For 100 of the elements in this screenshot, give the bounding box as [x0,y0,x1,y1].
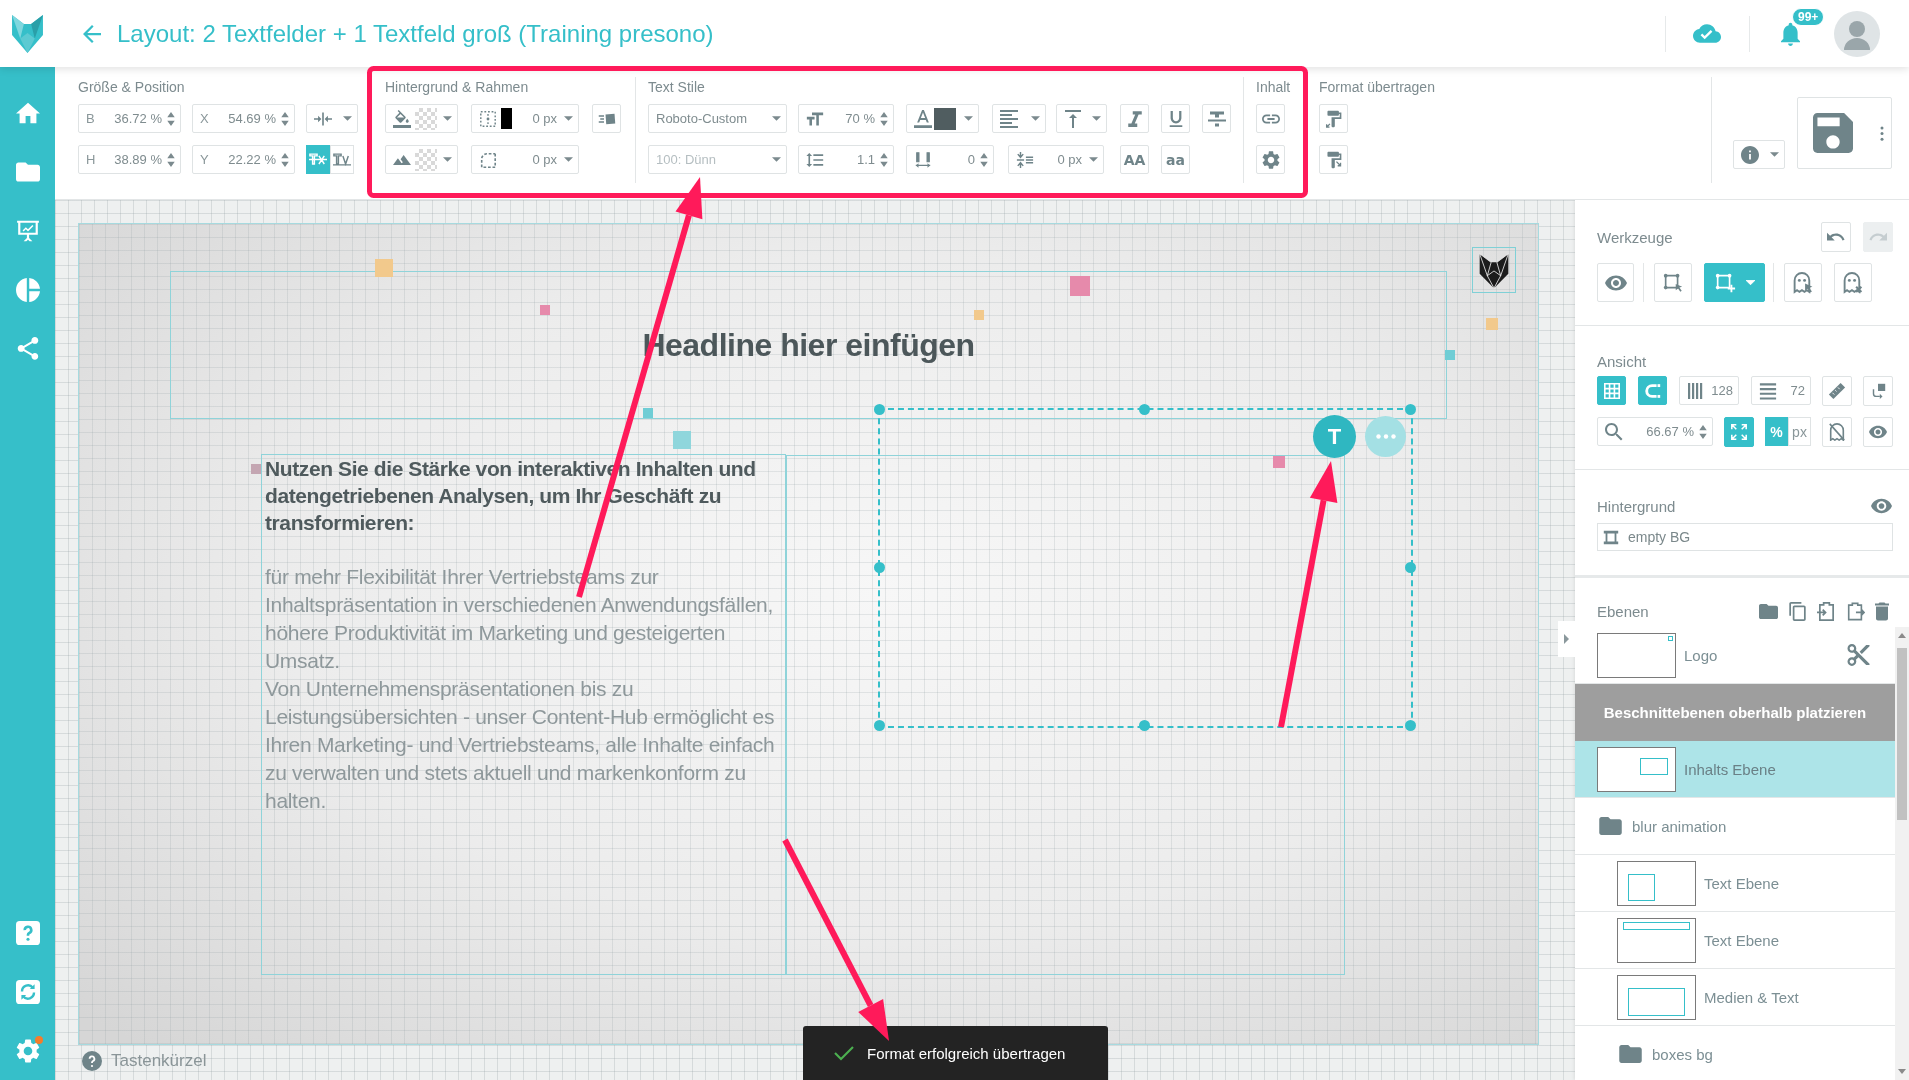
resize-handle[interactable] [873,719,885,731]
spinner-icon[interactable] [1699,424,1707,439]
settings-icon[interactable] [15,1038,40,1063]
save-button[interactable] [1797,97,1892,169]
fox-logo-icon[interactable] [11,13,44,54]
letter-spacing-field[interactable]: 0 [906,145,994,174]
border-width-field[interactable]: 0 px [471,104,579,133]
x-position-field[interactable]: X 54.69 % [192,104,295,133]
scrollbar-thumb[interactable] [1897,648,1907,820]
text-align-dropdown[interactable] [992,104,1046,133]
fit-screen-toggle[interactable] [1724,417,1754,447]
width-field[interactable]: B 36.72 % [78,104,181,133]
resize-handle[interactable] [1139,403,1150,415]
preview-button[interactable] [1597,263,1634,302]
hide-ghosts-toggle[interactable] [1822,417,1852,447]
cloud-check-icon[interactable] [1693,24,1721,43]
spinner-icon[interactable] [281,111,289,126]
preview-toggle[interactable] [1863,417,1893,447]
spinner-icon[interactable] [281,152,289,167]
resize-handle[interactable] [873,403,885,415]
layer-row[interactable]: Text Ebene [1575,855,1895,912]
draw-frame-button[interactable] [1704,263,1765,302]
export-icon[interactable] [1846,601,1865,621]
home-icon[interactable] [15,100,40,125]
background-image-dropdown[interactable] [385,145,458,174]
spinner-icon[interactable] [167,152,175,167]
spinner-icon[interactable] [880,152,888,167]
background-field[interactable]: empty BG [1597,523,1893,551]
copy-icon[interactable] [1788,601,1807,621]
scroll-up-icon[interactable] [1898,633,1906,638]
unit-option[interactable]: % [1765,417,1788,446]
back-arrow-icon[interactable] [83,24,101,43]
layer-row[interactable]: Inhalts Ebene [1575,741,1895,798]
resize-handle[interactable] [1404,719,1416,731]
italic-button[interactable] [1120,104,1149,133]
underline-button[interactable] [1161,104,1190,133]
arrange-toggle[interactable] [1863,376,1893,406]
grid-toggle[interactable] [1597,376,1626,405]
font-size-field[interactable]: 70 % [798,104,894,133]
import-icon[interactable] [1817,601,1836,621]
layer-row[interactable]: Text Ebene [1575,912,1895,969]
trash-icon[interactable] [1875,601,1889,621]
spinner-icon[interactable] [880,111,888,126]
fill-color-dropdown[interactable] [385,104,458,133]
layer-row[interactable]: Logo [1575,627,1895,684]
user-avatar-icon[interactable] [1834,10,1880,57]
ghost-remove-button[interactable] [1834,263,1872,302]
spinner-icon[interactable] [980,152,988,167]
snap-toggle[interactable] [1638,376,1667,405]
scrollbar[interactable] [1895,627,1909,1080]
scissors-icon[interactable] [1847,644,1870,666]
layer-row[interactable]: Medien & Text [1575,969,1895,1026]
ruler-toggle[interactable] [1822,376,1852,406]
vertical-align-dropdown[interactable] [1056,104,1107,133]
pie-chart-icon[interactable] [15,277,40,302]
clip-layers-bar[interactable]: Beschnittebenen oberhalb platzieren [1575,684,1895,741]
shortcuts-link[interactable]: Tastenkürzel [111,1051,207,1071]
scroll-down-icon[interactable] [1898,1069,1906,1074]
add-text-button[interactable]: T [1313,415,1356,458]
undo-button[interactable] [1821,222,1851,252]
presentation-icon[interactable] [15,218,40,243]
y-position-field[interactable]: Y 22.22 % [192,145,295,174]
distribute-dropdown[interactable] [306,104,358,133]
more-icon[interactable] [1880,125,1884,141]
folder-row[interactable]: boxes bg [1575,1026,1895,1080]
share-icon[interactable] [15,336,40,361]
copy-format-button[interactable] [1319,104,1348,133]
strikethrough-button[interactable] [1202,104,1231,133]
resize-handle[interactable] [873,561,885,573]
help-icon[interactable] [82,1051,102,1071]
lowercase-button[interactable]: aa [1161,145,1190,174]
select-tool-button[interactable] [1654,263,1692,302]
resize-handle[interactable] [1404,403,1416,415]
sync-icon[interactable] [15,979,40,1004]
spinner-icon[interactable] [167,111,175,126]
uppercase-button[interactable]: AA [1120,145,1149,174]
new-folder-icon[interactable] [1759,601,1778,621]
grid-columns-field[interactable]: 128 [1679,376,1739,405]
ghost-select-button[interactable] [1784,263,1822,302]
grid-rows-field[interactable]: 72 [1751,376,1811,405]
paragraph-spacing-dropdown[interactable]: 0 px [1008,145,1104,174]
info-dropdown[interactable] [1733,140,1785,169]
link-button[interactable] [1256,104,1285,133]
panel-toggle-icon[interactable] [1558,621,1575,657]
line-height-field[interactable]: 1.1 [798,145,894,174]
fit-mode-button[interactable] [306,145,330,174]
eye-icon[interactable] [1871,498,1892,514]
resize-handle[interactable] [1404,561,1416,573]
apply-format-button[interactable] [1319,145,1348,174]
settings-button[interactable] [1256,145,1285,174]
height-field[interactable]: H 38.89 % [78,145,181,174]
folder-row[interactable]: blur animation [1575,798,1895,855]
effect-button[interactable] [592,104,621,133]
corner-radius-field[interactable]: 0 px [471,145,579,174]
help-icon[interactable] [15,920,40,945]
bell-icon[interactable] [1781,21,1800,46]
text-color-dropdown[interactable] [906,104,979,133]
font-family-dropdown[interactable]: Roboto-Custom [648,104,787,133]
resize-handle[interactable] [1139,719,1150,731]
unit-option[interactable]: px [1788,417,1811,446]
